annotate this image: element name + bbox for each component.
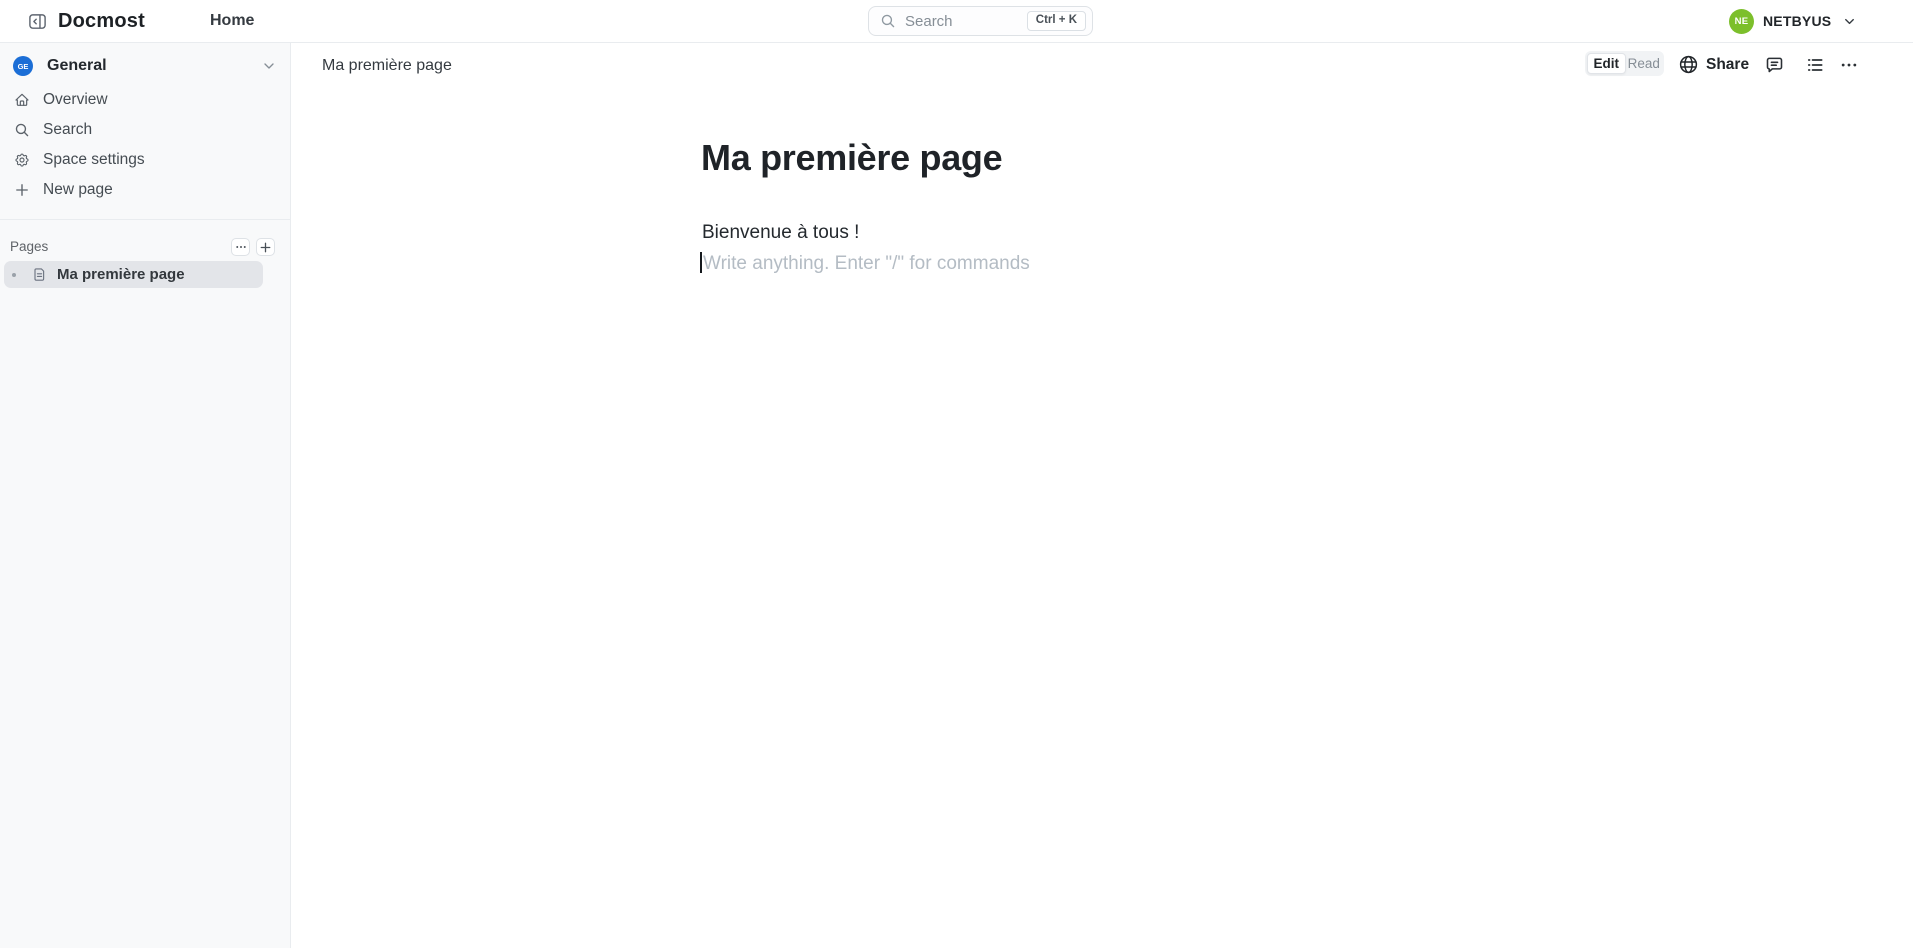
comment-icon: [1764, 54, 1785, 75]
page-tree-item-selected[interactable]: Ma première page: [4, 261, 263, 288]
page-title[interactable]: Ma première page: [701, 137, 1002, 179]
sidebar-item-new-page[interactable]: New page: [4, 175, 287, 205]
ellipsis-icon: [235, 241, 247, 253]
search-icon: [14, 122, 30, 138]
user-name: NETBYUS: [1763, 13, 1831, 29]
text-cursor: [700, 252, 702, 273]
paragraph-text[interactable]: Bienvenue à tous !: [702, 220, 859, 246]
pages-add-button[interactable]: [256, 238, 275, 256]
plus-icon: [259, 241, 272, 254]
main-area: Ma première page Edit Read Share: [291, 43, 1913, 948]
sidebar-item-label: Search: [43, 121, 92, 139]
pages-more-button[interactable]: [231, 238, 250, 256]
page-tree-item-title: Ma première page: [57, 266, 185, 283]
edit-mode-button[interactable]: Edit: [1587, 53, 1626, 74]
app-logo[interactable]: Docmost: [58, 0, 145, 42]
gear-icon: [14, 152, 30, 168]
sidebar-item-label: Space settings: [43, 151, 145, 169]
comments-button[interactable]: [1764, 51, 1785, 78]
chevron-down-icon: [1842, 14, 1857, 29]
topbar: Docmost Home Search Ctrl + K NE NETBYUS: [0, 0, 1913, 43]
search-shortcut-badge: Ctrl + K: [1027, 11, 1086, 31]
sidebar-item-label: New page: [43, 181, 113, 199]
app-window: Docmost Home Search Ctrl + K NE NETBYUS …: [0, 0, 1913, 948]
share-button[interactable]: Share: [1678, 51, 1749, 78]
space-badge: GE: [13, 56, 33, 76]
sidebar-item-space-settings[interactable]: Space settings: [4, 145, 287, 175]
avatar: NE: [1729, 9, 1754, 34]
sidebar-toggle-button[interactable]: [28, 12, 47, 31]
sidebar-item-search[interactable]: Search: [4, 115, 287, 145]
bullet-icon: [12, 273, 16, 277]
read-mode-button[interactable]: Read: [1626, 53, 1663, 74]
divider: [0, 219, 291, 220]
chevron-down-icon: [261, 58, 277, 74]
share-label: Share: [1706, 56, 1749, 74]
page-more-button[interactable]: [1839, 51, 1859, 78]
panel-left-collapse-icon: [28, 12, 47, 31]
mode-toggle: Edit Read: [1585, 51, 1664, 76]
home-icon: [14, 92, 30, 108]
pages-section-header: Pages: [0, 233, 291, 261]
space-switcher[interactable]: GE General: [0, 51, 291, 81]
search-icon: [880, 13, 896, 29]
search-placeholder: Search: [905, 13, 1027, 30]
sidebar: GE General Overview: [0, 43, 291, 948]
sidebar-item-label: Overview: [43, 91, 108, 109]
globe-icon: [1678, 54, 1699, 75]
plus-icon: [14, 182, 30, 198]
pages-section-label: Pages: [10, 239, 48, 254]
editor-placeholder[interactable]: Write anything. Enter "/" for commands: [703, 251, 1030, 277]
breadcrumb[interactable]: Ma première page: [322, 57, 452, 77]
sidebar-nav: Overview Search Space settings: [0, 85, 291, 205]
search-input[interactable]: Search Ctrl + K: [868, 6, 1093, 36]
ellipsis-icon: [1839, 55, 1859, 75]
file-icon: [32, 267, 47, 282]
home-link[interactable]: Home: [210, 0, 254, 42]
user-menu[interactable]: NE NETBYUS: [1729, 0, 1857, 42]
sidebar-item-overview[interactable]: Overview: [4, 85, 287, 115]
space-name: General: [47, 57, 107, 75]
table-of-contents-button[interactable]: [1805, 51, 1825, 78]
list-icon: [1805, 55, 1825, 75]
